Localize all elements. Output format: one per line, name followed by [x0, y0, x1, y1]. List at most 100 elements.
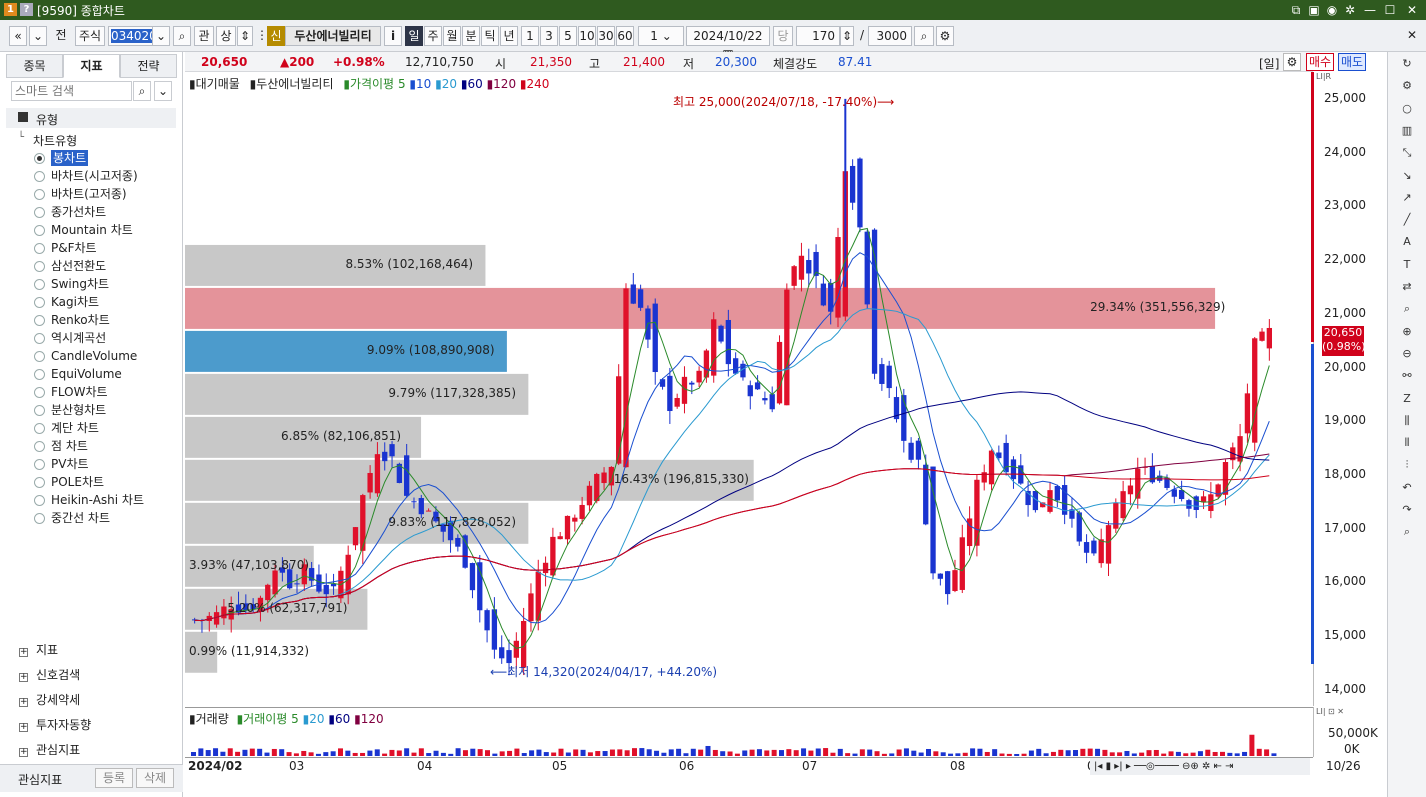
zoom-icon[interactable]: ⌕ [1398, 300, 1416, 318]
dang-button[interactable]: 당 [773, 26, 793, 46]
radio-16[interactable] [34, 441, 45, 452]
chart-type-item[interactable]: FLOW차트 [51, 384, 108, 400]
segment-icon[interactable]: ╱ [1398, 211, 1416, 229]
sang-button[interactable]: 상 [216, 26, 236, 46]
search-icon[interactable]: ⌕ [1398, 523, 1416, 541]
radio-6[interactable] [34, 261, 45, 272]
radio-18[interactable] [34, 477, 45, 488]
chart-type-item[interactable]: EquiVolume [51, 366, 122, 382]
sell-button[interactable]: 매도 [1338, 53, 1366, 71]
period-month-button[interactable]: 월 [443, 26, 461, 46]
radio-5[interactable] [34, 243, 45, 254]
chart-type-item[interactable]: Kagi차트 [51, 294, 99, 310]
link-icon[interactable]: ⧉ [1288, 2, 1304, 18]
redo-icon[interactable]: ↷ [1398, 501, 1416, 519]
radio-17[interactable] [34, 459, 45, 470]
text-icon[interactable]: T [1398, 256, 1416, 274]
register-button[interactable]: 등록 [95, 768, 133, 788]
chart-type-item[interactable]: 바차트(고저종) [51, 186, 127, 202]
radio-7[interactable] [34, 279, 45, 290]
chart-type-item[interactable]: 중간선 차트 [51, 510, 110, 526]
chart-type-item[interactable]: POLE차트 [51, 474, 104, 490]
radio-15[interactable] [34, 423, 45, 434]
copy-icon[interactable]: ▣ [1306, 2, 1322, 18]
maximize-icon[interactable]: ☐ [1382, 2, 1398, 18]
tab-strategy[interactable]: 전략 [120, 54, 177, 78]
minimize-icon[interactable]: — [1362, 2, 1378, 18]
help-icon[interactable]: ? [20, 3, 33, 16]
bars-icon[interactable]: ▥ [1398, 122, 1416, 140]
zoom-out-icon[interactable]: ⊖ [1398, 345, 1416, 363]
swap-icon[interactable]: ⇄ [1398, 278, 1416, 296]
line-icon[interactable]: ↘ [1398, 167, 1416, 185]
delete-button[interactable]: 삭제 [136, 768, 174, 788]
price-chart[interactable] [185, 72, 1313, 706]
stripes-icon[interactable]: ⫶ [1398, 456, 1416, 474]
chart-type-item[interactable]: 역시계곡선 [51, 330, 106, 346]
chart-type-item[interactable]: Mountain 차트 [51, 222, 133, 238]
close-small-icon[interactable]: ✕ [1404, 26, 1420, 46]
zoom-in-icon[interactable]: ⊕ [1398, 323, 1416, 341]
section-item[interactable]: + 투자자동향 [19, 716, 91, 733]
chart-type-item[interactable]: 점 차트 [51, 438, 88, 454]
interval-10-button[interactable]: 10 [578, 26, 596, 46]
auto-icon[interactable]: A [1398, 233, 1416, 251]
chart-type-item[interactable]: PV차트 [51, 456, 89, 472]
volume-chart[interactable]: ▮거래량 ▮거래이평 5 ▮20 ▮60 ▮120 [185, 707, 1313, 757]
radio-12[interactable] [34, 369, 45, 380]
link-icon[interactable]: ⚯ [1398, 367, 1416, 385]
radio-9[interactable] [34, 315, 45, 326]
chevron-down-icon[interactable]: ⌄ [154, 81, 172, 101]
section-item[interactable]: + 관심지표 [19, 741, 80, 758]
chart-type-item[interactable]: Heikin-Ashi 차트 [51, 492, 144, 508]
interval-60-button[interactable]: 60 [616, 26, 634, 46]
trend-icon[interactable]: ⤡ [1398, 144, 1416, 162]
radio-11[interactable] [34, 351, 45, 362]
interval-3-button[interactable]: 3 [540, 26, 558, 46]
time-axis[interactable]: 2024/020304050607080910 |◂ ▮ ▸| ▸ ──◎───… [185, 757, 1313, 775]
settings-icon[interactable]: ✲ [1342, 2, 1358, 18]
chart-type-item[interactable]: CandleVolume [51, 348, 137, 364]
period-minute-button[interactable]: 분 [462, 26, 480, 46]
total-input[interactable]: 3000 [868, 26, 912, 46]
section-item[interactable]: + 신호검색 [19, 666, 80, 683]
chart-type-item[interactable]: P&F차트 [51, 240, 97, 256]
chart-type-item[interactable]: 종가선차트 [51, 204, 106, 220]
radio-4[interactable] [34, 225, 45, 236]
interval-30-button[interactable]: 30 [597, 26, 615, 46]
scroll-controls[interactable]: |◂ ▮ ▸| ▸ ──◎──── ⊖⊕ ✲ ⇤ ⇥ [1090, 758, 1310, 775]
search-icon[interactable]: ⌕ [173, 26, 191, 46]
radio-14[interactable] [34, 405, 45, 416]
radio-19[interactable] [34, 495, 45, 506]
info-button[interactable]: i [384, 26, 402, 46]
period-tick-button[interactable]: 틱 [481, 26, 499, 46]
refresh-icon[interactable]: ↻ [1398, 55, 1416, 73]
radio-3[interactable] [34, 207, 45, 218]
chart-type-item[interactable]: 분산형차트 [51, 402, 106, 418]
z-icon[interactable]: Z [1398, 390, 1416, 408]
gwan-button[interactable]: 관 [194, 26, 214, 46]
market-select[interactable]: 주식 [75, 26, 105, 46]
search-icon[interactable]: ⌕ [133, 81, 151, 101]
unit-select[interactable]: 1 ⌄ [638, 26, 684, 46]
radio-10[interactable] [34, 333, 45, 344]
radio-20[interactable] [34, 513, 45, 524]
undo-icon[interactable]: ↶ [1398, 479, 1416, 497]
chart-type-item[interactable]: Renko차트 [51, 312, 110, 328]
interval-5-button[interactable]: 5 [559, 26, 577, 46]
chart-type-item[interactable]: 봉차트 [51, 150, 89, 166]
count-input[interactable]: 170 [796, 26, 840, 46]
interval-1-button[interactable]: 1 [521, 26, 539, 46]
price-axis[interactable]: LI|R 25,000 24,000 23,000 22,000 21,000 20,00… [1311, 72, 1386, 706]
chart-type-item[interactable]: 삼선전환도 [51, 258, 106, 274]
tab-indicators[interactable]: 지표 [63, 54, 120, 78]
section-item[interactable]: + 강세약세 [19, 691, 80, 708]
prev-button[interactable]: « [9, 26, 27, 46]
updown-stepper[interactable]: ⇕ [237, 26, 253, 46]
tab-stocks[interactable]: 종목 [6, 54, 63, 78]
close-icon[interactable]: ✕ [1404, 2, 1420, 18]
buy-button[interactable]: 매수 [1306, 53, 1334, 71]
gear-icon[interactable]: ⚙ [1283, 53, 1301, 71]
radio-13[interactable] [34, 387, 45, 398]
dropdown-button[interactable]: ⌄ [29, 26, 47, 46]
